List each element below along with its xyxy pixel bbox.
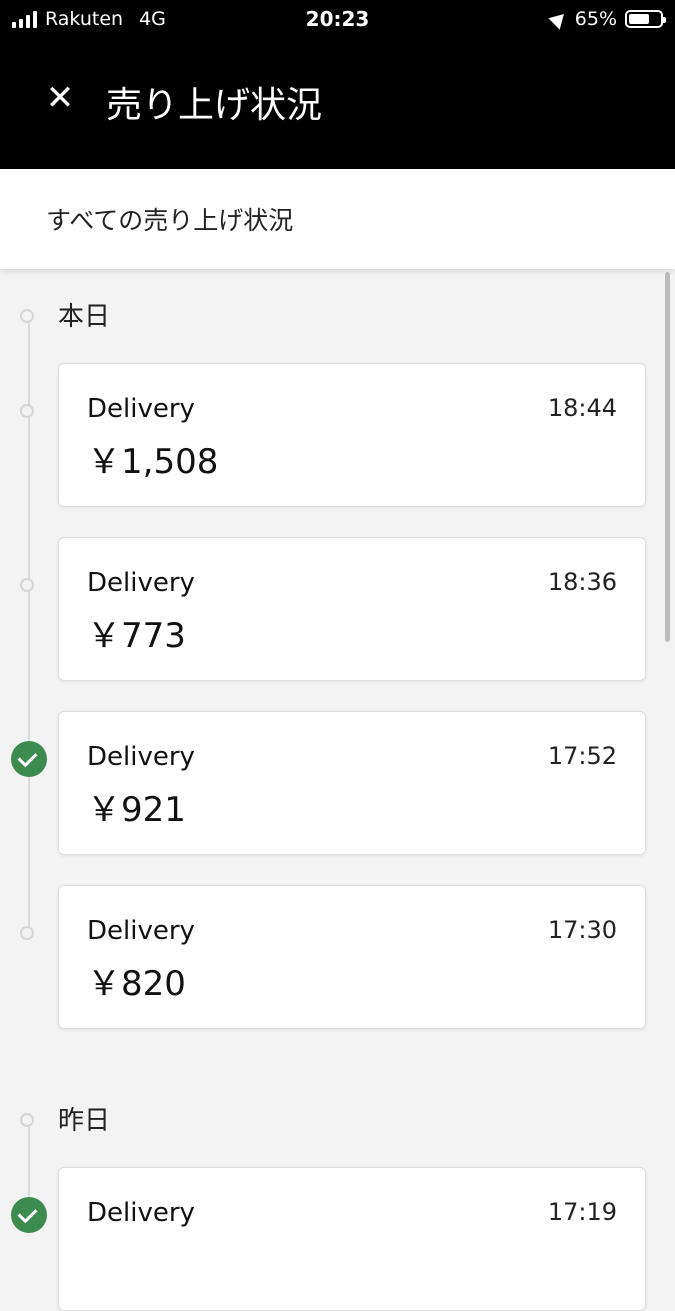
earning-type: Delivery xyxy=(87,742,195,772)
status-bar: Rakuten 4G 20:23 65% xyxy=(0,0,675,38)
status-right: 65% xyxy=(548,8,666,30)
day-label: 昨日 xyxy=(58,1106,111,1136)
top-bar: Rakuten 4G 20:23 65% ✕ 売り上げ状況 xyxy=(0,0,675,169)
earning-time: 17:52 xyxy=(547,742,617,770)
earning-type: Delivery xyxy=(87,568,195,598)
scrollbar[interactable] xyxy=(665,272,670,642)
earning-time: 17:19 xyxy=(547,1198,617,1226)
filter-selector[interactable]: すべての売り上げ状況 xyxy=(0,169,675,269)
earning-type: Delivery xyxy=(87,1198,195,1228)
earning-time: 17:30 xyxy=(547,916,617,944)
earning-card[interactable]: Delivery 18:44 ￥1,508 xyxy=(58,363,646,507)
day-label: 本日 xyxy=(58,302,111,332)
page-title: 売り上げ状況 xyxy=(106,85,323,126)
app-header: ✕ 売り上げ状況 xyxy=(0,60,675,140)
earning-card[interactable]: Delivery 17:52 ￥921 xyxy=(58,711,646,855)
earning-card[interactable]: Delivery 17:19 xyxy=(58,1167,646,1311)
close-icon[interactable]: ✕ xyxy=(44,81,76,115)
timeline-node xyxy=(20,926,34,940)
completed-check-icon xyxy=(11,741,47,777)
earning-type: Delivery xyxy=(87,916,195,946)
battery-percent: 65% xyxy=(574,8,617,30)
earning-time: 18:44 xyxy=(547,394,617,422)
earning-type: Delivery xyxy=(87,394,195,424)
battery-fill xyxy=(629,14,649,24)
completed-check-icon xyxy=(11,1197,47,1233)
location-arrow-icon xyxy=(548,8,570,30)
earning-amount: ￥773 xyxy=(87,616,186,656)
timeline-node xyxy=(20,1113,34,1127)
earning-time: 18:36 xyxy=(547,568,617,596)
earning-amount: ￥1,508 xyxy=(87,442,219,482)
earning-amount: ￥921 xyxy=(87,790,186,830)
battery-icon xyxy=(625,10,666,28)
timeline-node xyxy=(20,309,34,323)
timeline-node xyxy=(20,404,34,418)
earning-card[interactable]: Delivery 18:36 ￥773 xyxy=(58,537,646,681)
timeline-line xyxy=(28,1127,30,1200)
timeline-node xyxy=(20,578,34,592)
filter-label: すべての売り上げ状況 xyxy=(46,206,294,235)
earning-card[interactable]: Delivery 17:30 ￥820 xyxy=(58,885,646,1029)
earning-amount: ￥820 xyxy=(87,964,186,1004)
